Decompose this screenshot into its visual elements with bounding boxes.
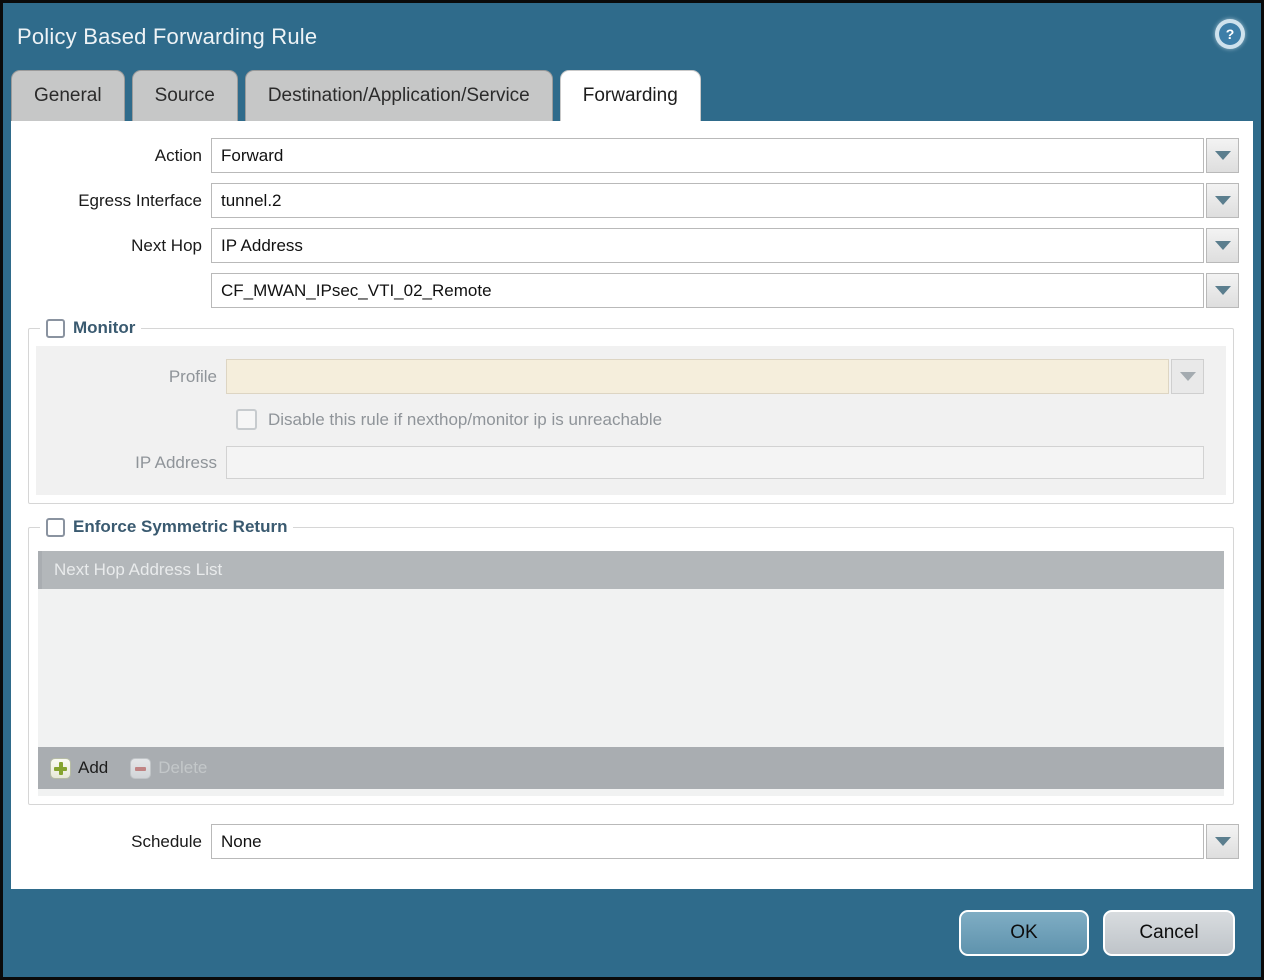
dialog-footer: OK Cancel [3, 889, 1261, 977]
tab-forwarding[interactable]: Forwarding [560, 70, 701, 121]
pbf-rule-dialog: { "dialog": { "title": "Policy Based For… [0, 0, 1264, 980]
disable-rule-label: Disable this rule if nexthop/monitor ip … [268, 410, 662, 430]
question-mark-glyph: ? [1219, 23, 1241, 45]
monitor-ip-address-input [226, 446, 1204, 479]
egress-interface-label: Egress Interface [11, 191, 211, 211]
profile-row: Profile [36, 359, 1204, 394]
profile-dropdown [226, 359, 1204, 394]
next-hop-label: Next Hop [11, 236, 211, 256]
symmetric-return-section: Enforce Symmetric Return Next Hop Addres… [28, 517, 1234, 805]
symmetric-return-legend-label: Enforce Symmetric Return [73, 517, 287, 537]
table-footer: Add Delete [38, 747, 1224, 789]
chevron-down-icon [1180, 372, 1196, 381]
next-hop-address-dropdown[interactable]: CF_MWAN_IPsec_VTI_02_Remote [211, 273, 1239, 308]
schedule-value[interactable]: None [211, 824, 1204, 859]
cancel-button[interactable]: Cancel [1103, 910, 1235, 956]
help-icon[interactable]: ? [1215, 19, 1245, 49]
forwarding-tab-panel: Action Forward Egress Interface tunnel.2… [11, 121, 1253, 889]
monitor-ip-address-label: IP Address [36, 453, 226, 473]
next-hop-address-dropdown-button[interactable] [1206, 273, 1239, 308]
add-button-label: Add [78, 758, 108, 778]
profile-label: Profile [36, 367, 226, 387]
tab-source[interactable]: Source [132, 70, 238, 121]
monitor-checkbox[interactable] [46, 319, 65, 338]
chevron-down-icon [1215, 241, 1231, 250]
chevron-down-icon [1215, 151, 1231, 160]
profile-dropdown-button [1171, 359, 1204, 394]
action-row: Action Forward [11, 138, 1239, 173]
symmetric-return-checkbox[interactable] [46, 518, 65, 537]
action-value[interactable]: Forward [211, 138, 1204, 173]
schedule-row: Schedule None [11, 824, 1239, 859]
table-body[interactable] [38, 589, 1224, 747]
table-header: Next Hop Address List [38, 551, 1224, 589]
next-hop-address-list-table: Next Hop Address List Add Delete [38, 551, 1224, 796]
next-hop-address-value[interactable]: CF_MWAN_IPsec_VTI_02_Remote [211, 273, 1204, 308]
profile-value [226, 359, 1169, 394]
egress-interface-dropdown[interactable]: tunnel.2 [211, 183, 1239, 218]
schedule-dropdown-button[interactable] [1206, 824, 1239, 859]
monitor-ip-address-row: IP Address [36, 445, 1204, 480]
ok-button[interactable]: OK [959, 910, 1089, 956]
next-hop-row: Next Hop IP Address [11, 228, 1239, 263]
tab-destination-application-service[interactable]: Destination/Application/Service [245, 70, 553, 121]
table-bottom-strip [38, 789, 1224, 796]
delete-button: Delete [130, 758, 207, 779]
chevron-down-icon [1215, 837, 1231, 846]
disable-rule-row: Disable this rule if nexthop/monitor ip … [236, 407, 1226, 432]
egress-interface-row: Egress Interface tunnel.2 [11, 183, 1239, 218]
monitor-legend: Monitor [40, 318, 141, 338]
tab-general[interactable]: General [11, 70, 125, 121]
schedule-dropdown[interactable]: None [211, 824, 1239, 859]
plus-icon [50, 758, 71, 779]
action-label: Action [11, 146, 211, 166]
table-header-label: Next Hop Address List [54, 560, 222, 580]
action-dropdown[interactable]: Forward [211, 138, 1239, 173]
monitor-section: Monitor Profile Disable this rule if nex… [28, 318, 1234, 504]
next-hop-value[interactable]: IP Address [211, 228, 1204, 263]
title-bar: Policy Based Forwarding Rule ? [3, 3, 1261, 70]
dialog-title: Policy Based Forwarding Rule [17, 24, 317, 50]
minus-icon [130, 758, 151, 779]
delete-button-label: Delete [158, 758, 207, 778]
schedule-label: Schedule [11, 832, 211, 852]
egress-interface-dropdown-button[interactable] [1206, 183, 1239, 218]
egress-interface-value[interactable]: tunnel.2 [211, 183, 1204, 218]
action-dropdown-button[interactable] [1206, 138, 1239, 173]
next-hop-dropdown-button[interactable] [1206, 228, 1239, 263]
monitor-legend-label: Monitor [73, 318, 135, 338]
next-hop-address-row: CF_MWAN_IPsec_VTI_02_Remote [11, 273, 1239, 308]
tab-bar: General Source Destination/Application/S… [3, 70, 1261, 121]
next-hop-dropdown[interactable]: IP Address [211, 228, 1239, 263]
add-button[interactable]: Add [50, 758, 108, 779]
chevron-down-icon [1215, 196, 1231, 205]
monitor-panel: Profile Disable this rule if nexthop/mon… [36, 346, 1226, 495]
disable-rule-checkbox [236, 409, 257, 430]
chevron-down-icon [1215, 286, 1231, 295]
symmetric-return-legend: Enforce Symmetric Return [40, 517, 293, 537]
